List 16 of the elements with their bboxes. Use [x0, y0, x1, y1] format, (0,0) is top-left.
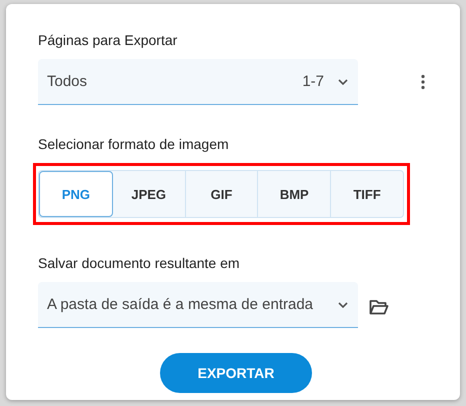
export-button[interactable]: EXPORTAR [160, 353, 312, 393]
format-tab[interactable]: TIFF [330, 171, 403, 217]
format-tab[interactable]: GIF [184, 171, 258, 217]
folder-icon[interactable] [369, 299, 389, 315]
format-tab[interactable]: JPEG [112, 171, 185, 217]
section-label: Páginas para Exportar [38, 32, 178, 50]
chevron-icon [338, 302, 348, 308]
chevron-icon [338, 78, 348, 84]
section-label: Selecionar formato de imagem [38, 136, 230, 154]
format-tab[interactable]: PNG [39, 171, 113, 217]
more-options-icon[interactable] [421, 74, 425, 90]
output-folder-dropdown[interactable]: A pasta de saída é a mesma de entrada [38, 282, 358, 328]
section-label: Salvar documento resultante em [38, 255, 241, 273]
pages-dropdown[interactable]: Todos 1-7 [38, 59, 358, 105]
format-tab[interactable]: BMP [257, 171, 330, 217]
page-range: 1-7 [302, 73, 324, 90]
